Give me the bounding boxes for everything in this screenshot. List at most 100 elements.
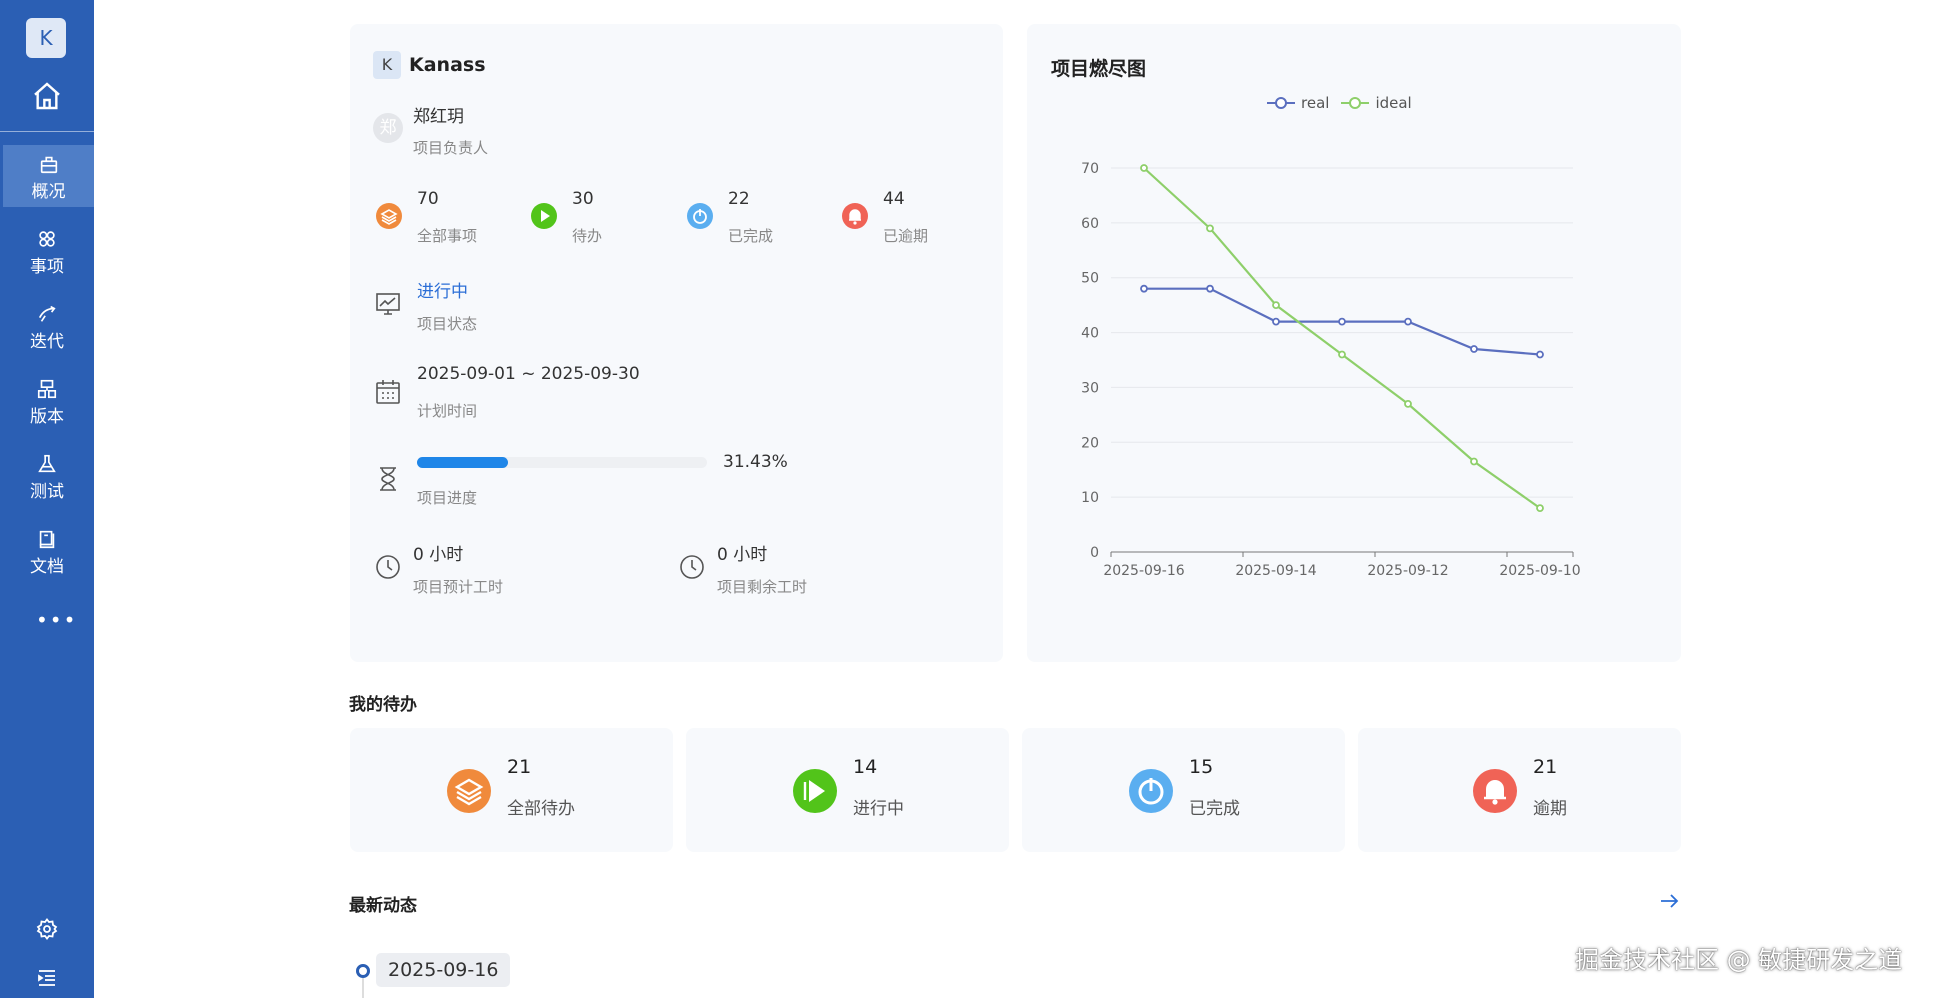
- clock-icon: [680, 555, 704, 579]
- todo-count: 21: [1533, 756, 1558, 778]
- x-tick-label: 2025-09-14: [1235, 563, 1316, 579]
- all-items-icon: [376, 203, 402, 229]
- sidebar-item-sprint[interactable]: 迭代: [0, 295, 94, 357]
- plan-time-label: 计划时间: [417, 402, 478, 420]
- data-point-ideal: [1140, 164, 1148, 172]
- sidebar-item-document[interactable]: 文档: [0, 520, 94, 582]
- stat-label: 已完成: [728, 227, 774, 245]
- done-power-icon: [687, 203, 713, 229]
- all-todo-icon: [447, 769, 491, 813]
- stat-label: 已逾期: [883, 227, 929, 245]
- sidebar-item-workitem[interactable]: 事项: [0, 220, 94, 282]
- todo-card-overdue[interactable]: 21 逾期: [1358, 728, 1681, 852]
- sidebar-item-label: 版本: [30, 407, 64, 427]
- data-point-real: [1206, 284, 1214, 293]
- data-point-real: [1536, 350, 1544, 359]
- sidebar-item-label: 事项: [30, 257, 64, 277]
- series-line-ideal: [1143, 167, 1541, 510]
- progress-fill: [417, 457, 509, 468]
- app-logo[interactable]: K: [26, 18, 66, 58]
- hourglass-icon: [380, 467, 396, 491]
- burndown-chart: 0 10 20 30 40 50 60 70 2025-09-16 2025-09-14 2025-…: [1081, 161, 1581, 579]
- collapse-menu-icon[interactable]: [35, 966, 59, 990]
- data-point-real: [1470, 345, 1478, 353]
- calendar-icon: [376, 380, 400, 404]
- document-icon: [39, 530, 55, 549]
- clock-icon: [376, 555, 400, 579]
- sidebar-item-version[interactable]: 版本: [0, 370, 94, 432]
- data-point-real: [1140, 284, 1148, 293]
- overdue-bell-icon: [1473, 769, 1517, 813]
- todo-section-title: 我的待办: [349, 695, 417, 715]
- data-point-ideal: [1404, 399, 1412, 408]
- sidebar-item-overview[interactable]: 概况: [3, 145, 94, 207]
- todo-count: 15: [1189, 756, 1214, 778]
- sidebar-item-label: 测试: [30, 482, 64, 502]
- more-icon[interactable]: •••: [36, 610, 77, 630]
- project-badge: K: [373, 51, 401, 79]
- sidebar-item-label: 文档: [30, 557, 64, 577]
- gear-icon[interactable]: [35, 917, 59, 941]
- activity-date: 2025-09-16: [376, 953, 511, 987]
- y-tick-label: 60: [1081, 216, 1099, 232]
- estimate-hours-label: 项目预计工时: [413, 578, 504, 596]
- stat-label: 全部事项: [417, 227, 478, 245]
- sidebar: K 概况 事项 迭代 版本 测试 文档 •••: [0, 0, 94, 998]
- todo-card-done[interactable]: 15 已完成: [1022, 728, 1345, 852]
- version-icon: [37, 379, 57, 399]
- x-tick-label: 2025-09-12: [1367, 563, 1448, 579]
- data-point-ideal: [1272, 301, 1280, 310]
- arrow-right-icon[interactable]: [1658, 890, 1680, 912]
- todo-label: 已完成: [1189, 799, 1240, 819]
- data-point-ideal: [1536, 504, 1544, 513]
- sidebar-item-test[interactable]: 测试: [0, 445, 94, 507]
- timeline-line: [362, 978, 364, 998]
- sprint-icon: [38, 305, 56, 322]
- project-status: 进行中: [417, 282, 468, 302]
- progress-bar: [417, 457, 707, 468]
- stat-value: 44: [883, 189, 905, 209]
- todo-count: 14: [853, 756, 878, 778]
- owner-avatar: 郑: [373, 113, 403, 143]
- project-info-card: K Kanass 郑 郑红玥 项目负责人 70 全部事项 30 待办 22 已完…: [350, 24, 1003, 662]
- todo-card-all[interactable]: 21 全部待办: [350, 728, 673, 852]
- data-point-ideal: [1206, 224, 1214, 233]
- x-tick-label: 2025-09-16: [1103, 563, 1184, 579]
- y-tick-label: 50: [1081, 271, 1099, 287]
- sidebar-divider: [0, 131, 94, 132]
- monitor-chart-icon: [376, 293, 400, 315]
- owner-label: 项目负责人: [413, 139, 489, 157]
- data-point-ideal: [1338, 350, 1346, 359]
- stat-value: 30: [572, 189, 594, 209]
- data-point-real: [1338, 317, 1346, 326]
- todo-label: 逾期: [1533, 799, 1567, 819]
- burndown-chart-card: 项目燃尽图 real ideal 0 10 20 30 40 50 60 70 2025-09-…: [1027, 24, 1681, 662]
- y-tick-label: 40: [1081, 326, 1099, 342]
- done-power-icon: [1129, 769, 1173, 813]
- progress-text: 31.43%: [723, 452, 788, 472]
- todo-count: 21: [507, 756, 532, 778]
- todo-card-in-progress[interactable]: 14 进行中: [686, 728, 1009, 852]
- timeline-dot: [356, 964, 370, 978]
- project-header: K Kanass: [373, 51, 486, 79]
- data-point-real: [1404, 317, 1412, 326]
- stat-value: 70: [417, 189, 439, 209]
- test-flask-icon: [38, 454, 56, 473]
- y-tick-label: 20: [1081, 435, 1099, 451]
- remaining-hours-label: 项目剩余工时: [717, 578, 808, 596]
- owner-name: 郑红玥: [413, 107, 464, 127]
- sidebar-item-label: 概况: [31, 182, 66, 202]
- overview-icon: [40, 156, 57, 174]
- activity-section-title: 最新动态: [349, 896, 417, 916]
- progress-label: 项目进度: [417, 489, 478, 507]
- stat-label: 待办: [572, 227, 603, 245]
- in-progress-play-icon: [793, 769, 837, 813]
- remaining-hours: 0 小时: [717, 545, 768, 565]
- overdue-bell-icon: [842, 203, 868, 229]
- project-name: Kanass: [409, 54, 486, 76]
- data-point-real: [1272, 317, 1280, 326]
- todo-label: 全部待办: [507, 799, 575, 819]
- home-icon[interactable]: [31, 80, 63, 112]
- watermark: 掘金技术社区 @ 敏捷研发之道: [1575, 946, 1903, 974]
- y-tick-label: 70: [1081, 161, 1099, 177]
